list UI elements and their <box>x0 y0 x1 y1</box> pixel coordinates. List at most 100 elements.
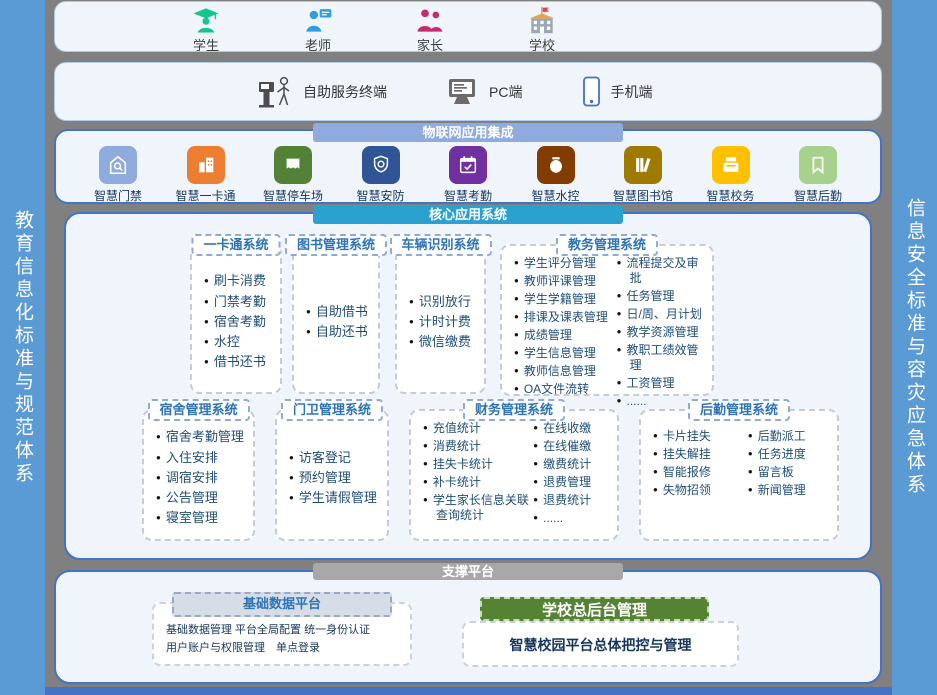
iot-security: 智慧安防 <box>345 146 417 204</box>
iot-label: 智慧校务 <box>706 187 754 204</box>
list-item: 宿舍考勤 <box>204 314 276 330</box>
terminal-label: 手机端 <box>610 82 652 102</box>
attendance-calendar-icon <box>449 146 487 184</box>
list-item: 在线收缴 <box>533 421 613 436</box>
iot-door-access: 智慧门禁 <box>82 146 154 204</box>
list-item: 调宿安排 <box>156 470 249 486</box>
school-backend-title: 学校总后台管理 <box>480 597 709 621</box>
iot-label: 智慧停车场 <box>263 187 323 204</box>
smart-campus-architecture-diagram: 教育信息化标准与规范体系 信息安全标准与容灾应急体系 学生 <box>0 0 937 695</box>
list-item: 智能报修 <box>653 465 744 480</box>
role-school: 学校 <box>486 2 598 51</box>
iot-school-affairs: 智慧校务 <box>695 146 767 204</box>
pc-monitor-icon <box>447 77 481 107</box>
feature-column: 卡片挂失 挂失解挂 智能报修 失物招领 <box>641 429 748 500</box>
system-title: 车辆识别系统 <box>389 234 491 256</box>
iot-label: 智慧考勤 <box>444 187 492 204</box>
core-systems-panel: 核心应用系统 一卡通系统 刷卡消费 门禁考勤 宿舍考勤 水控 借书还书 图书管理… <box>64 212 872 560</box>
list-item: 流程提交及审批 <box>617 256 708 286</box>
list-item: 教职工绩效管理 <box>617 343 708 373</box>
list-item: 学生请假管理 <box>289 490 383 506</box>
water-control-icon <box>537 146 575 184</box>
iot-panel-header: 物联网应用集成 <box>313 123 623 142</box>
list-item: 计时计费 <box>409 314 480 330</box>
list-item: 门禁考勤 <box>204 294 276 310</box>
list-item: 工资管理 <box>617 376 708 391</box>
onecard-icon <box>187 146 225 184</box>
mobile-phone-icon <box>582 76 602 108</box>
feature-column: 流程提交及审批 任务管理 日/周、月计划 教学资源管理 教职工绩效管理 工资管理… <box>617 256 712 411</box>
system-title: 一卡通系统 <box>191 234 280 256</box>
list-item: 水控 <box>204 334 276 350</box>
list-item: 教师评课管理 <box>514 274 613 289</box>
base-feature-line: 用户账户与权限管理 单点登录 <box>166 640 400 658</box>
parking-icon <box>274 146 312 184</box>
library-books-icon <box>624 146 662 184</box>
system-feature-list: 自助借书 自助还书 <box>294 296 378 343</box>
list-item: 任务管理 <box>617 289 708 304</box>
list-item: 宿舍考勤管理 <box>156 429 249 445</box>
system-feature-list: 访客登记 预约管理 学生请假管理 <box>277 442 387 509</box>
list-item: 自助借书 <box>306 304 374 320</box>
left-standard-banner: 教育信息化标准与规范体系 <box>0 0 45 695</box>
list-item: 失物招领 <box>653 483 744 498</box>
list-item: 任务进度 <box>748 447 833 462</box>
feature-column: 充值统计 消费统计 挂失卡统计 补卡统计 学生家长信息关联查询统计 <box>411 421 533 528</box>
list-item: 微信缴费 <box>409 334 480 350</box>
list-item: 退费统计 <box>533 493 613 508</box>
list-item: 教学资源管理 <box>617 325 708 340</box>
list-item: 在线催缴 <box>533 439 613 454</box>
terminal-label: PC端 <box>489 82 522 102</box>
iot-label: 智慧门禁 <box>94 187 142 204</box>
terminals-panel: 自助服务终端 PC端 <box>54 62 882 121</box>
feature-column: 在线收缴 在线催缴 缴费统计 退费管理 退费统计 ...... <box>533 421 617 528</box>
terminal-mobile: 手机端 <box>582 76 652 108</box>
logistics-bookmark-icon <box>799 146 837 184</box>
list-item: 借书还书 <box>204 354 276 370</box>
system-feature-columns: 卡片挂失 挂失解挂 智能报修 失物招领 后勤派工 任务进度 留言板 新闻管理 <box>641 411 837 500</box>
list-item: 教师信息管理 <box>514 364 613 379</box>
user-roles-panel: 学生 老师 <box>54 1 882 52</box>
base-data-platform-box: 基础数据平台 基础数据管理 平台全局配置 统一身份认证 用户账户与权限管理 单点… <box>152 602 412 666</box>
security-shield-icon <box>362 146 400 184</box>
system-finance: 财务管理系统 充值统计 消费统计 挂失卡统计 补卡统计 学生家长信息关联查询统计… <box>409 409 619 541</box>
list-item: 刷卡消费 <box>204 273 276 289</box>
list-item: 日/周、月计划 <box>617 307 708 322</box>
list-item: 排课及课表管理 <box>514 310 613 325</box>
system-feature-list: 宿舍考勤管理 入住安排 调宿安排 公告管理 寝室管理 <box>144 421 253 528</box>
system-feature-list: 识别放行 计时计费 微信缴费 <box>397 286 484 353</box>
role-label: 学校 <box>529 35 555 54</box>
role-label: 老师 <box>305 35 331 54</box>
self-service-kiosk-icon <box>255 74 295 110</box>
list-item: 预约管理 <box>289 470 383 486</box>
list-item: 学生家长信息关联查询统计 <box>423 493 529 523</box>
left-banner-label: 教育信息化标准与规范体系 <box>9 210 36 486</box>
system-title: 教务管理系统 <box>556 234 658 256</box>
base-feature-line: 基础数据管理 平台全局配置 统一身份认证 <box>166 622 400 640</box>
role-parent: 家长 <box>374 2 486 51</box>
support-platform-panel: 支撑平台 基础数据平台 基础数据管理 平台全局配置 统一身份认证 用户账户与权限… <box>54 570 882 684</box>
iot-attendance: 智慧考勤 <box>432 146 504 204</box>
iot-parking: 智慧停车场 <box>257 146 329 204</box>
teacher-icon <box>303 6 333 34</box>
support-panel-header: 支撑平台 <box>313 563 623 580</box>
list-item: 补卡统计 <box>423 475 529 490</box>
school-backend-desc: 智慧校园平台总体把控与管理 <box>464 623 737 667</box>
role-label: 家长 <box>417 35 443 54</box>
iot-logistics: 智慧后勤 <box>782 146 854 204</box>
feature-column: 后勤派工 任务进度 留言板 新闻管理 <box>748 429 837 500</box>
list-item: 学生评分管理 <box>514 256 613 271</box>
list-item: 寝室管理 <box>156 510 249 526</box>
list-item: 退费管理 <box>533 475 613 490</box>
student-icon <box>191 6 221 34</box>
list-item: 消费统计 <box>423 439 529 454</box>
system-title: 后勤管理系统 <box>688 399 790 421</box>
role-teacher: 老师 <box>262 2 374 51</box>
right-banner-label: 信息安全标准与容灾应急体系 <box>901 198 928 497</box>
list-item: 学生信息管理 <box>514 346 613 361</box>
iot-label: 智慧安防 <box>356 187 404 204</box>
list-item: 挂失卡统计 <box>423 457 529 472</box>
terminal-label: 自助服务终端 <box>303 82 387 102</box>
iot-label: 智慧一卡通 <box>175 187 235 204</box>
iot-label: 智慧后勤 <box>794 187 842 204</box>
